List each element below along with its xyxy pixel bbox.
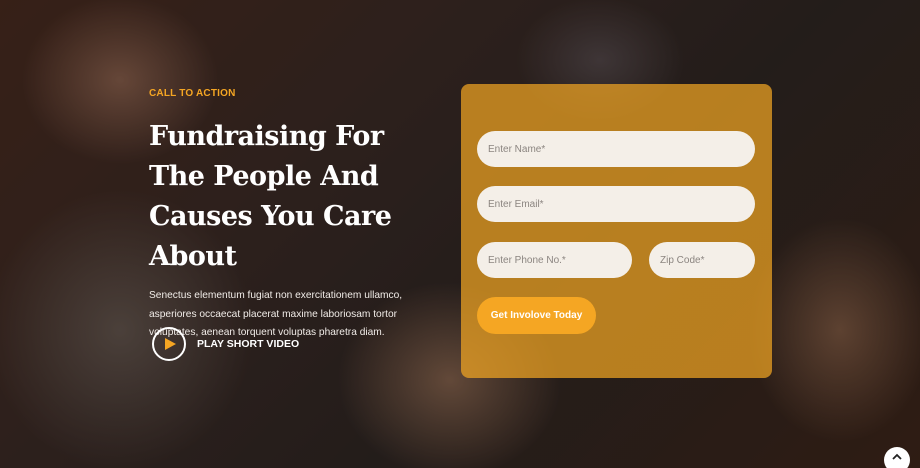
background-overlay [0, 0, 920, 468]
get-involved-button[interactable]: Get Involove Today [477, 297, 596, 334]
hero-headline: Fundraising For The People And Causes Yo… [149, 121, 392, 272]
play-video-label[interactable]: PLAY SHORT VIDEO [197, 338, 299, 350]
scroll-to-top-button[interactable] [884, 447, 910, 468]
hero-content: CALL TO ACTION Fundraising For The Peopl… [149, 88, 429, 343]
chevron-up-icon [892, 453, 902, 460]
email-input[interactable] [477, 186, 755, 222]
name-input[interactable] [477, 131, 755, 167]
zip-code-input[interactable] [649, 242, 755, 278]
play-icon[interactable] [152, 327, 186, 361]
eyebrow-label: CALL TO ACTION [149, 88, 236, 99]
play-video-button[interactable]: PLAY SHORT VIDEO [152, 327, 299, 361]
phone-input[interactable] [477, 242, 632, 278]
hero-section: CALL TO ACTION Fundraising For The Peopl… [0, 0, 920, 468]
involvement-form: Get Involove Today [461, 84, 772, 378]
